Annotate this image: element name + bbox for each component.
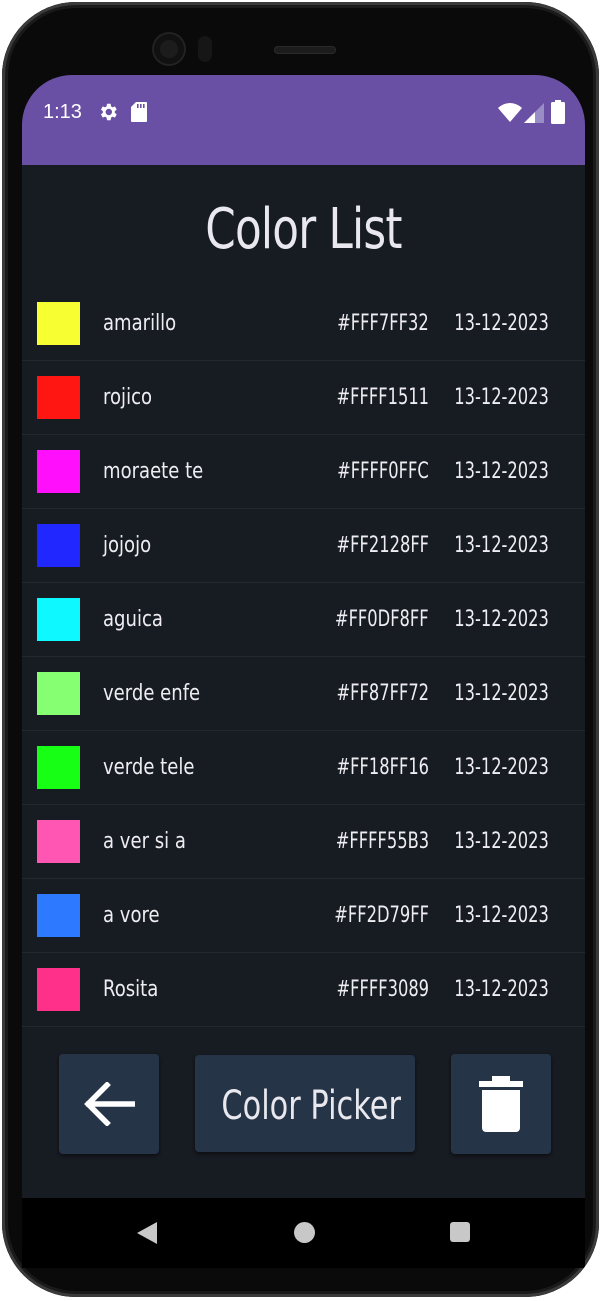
list-item[interactable]: moraete te #FFFF0FFC 13-12-2023 xyxy=(22,435,585,509)
nav-recents-icon[interactable] xyxy=(450,1222,470,1242)
color-date: 13-12-2023 xyxy=(454,311,549,336)
list-item[interactable]: amarillo #FFF7FF32 13-12-2023 xyxy=(22,287,585,361)
battery-icon xyxy=(551,100,565,124)
color-swatch xyxy=(37,450,80,493)
list-item[interactable]: Rosita #FFFF3089 13-12-2023 xyxy=(22,953,585,1027)
color-swatch xyxy=(37,746,80,789)
color-picker-button[interactable]: Color Picker xyxy=(195,1055,415,1152)
list-item[interactable]: a ver si a #FFFF55B3 13-12-2023 xyxy=(22,805,585,879)
list-item[interactable]: aguica #FF0DF8FF 13-12-2023 xyxy=(22,583,585,657)
earpiece-speaker xyxy=(274,46,336,54)
color-date: 13-12-2023 xyxy=(454,681,549,706)
trash-icon xyxy=(479,1076,523,1132)
color-hex: #FF2128FF xyxy=(336,533,429,558)
color-hex: #FF87FF72 xyxy=(336,681,429,706)
color-name: moraete te xyxy=(103,459,204,484)
list-item[interactable]: verde enfe #FF87FF72 13-12-2023 xyxy=(22,657,585,731)
color-name: Rosita xyxy=(103,977,159,1002)
list-item[interactable]: a vore #FF2D79FF 13-12-2023 xyxy=(22,879,585,953)
color-name: verde tele xyxy=(103,755,195,780)
color-date: 13-12-2023 xyxy=(454,533,549,558)
system-nav-bar xyxy=(22,1198,585,1268)
color-swatch xyxy=(37,894,80,937)
color-list: amarillo #FFF7FF32 13-12-2023 rojico #FF… xyxy=(22,287,585,1027)
nav-home-icon[interactable] xyxy=(294,1222,315,1243)
page-title: Color List xyxy=(205,197,402,262)
color-swatch xyxy=(37,598,80,641)
color-name: amarillo xyxy=(103,311,177,336)
proximity-sensor xyxy=(198,36,212,62)
status-time: 1:13 xyxy=(43,101,82,123)
color-hex: #FFFF1511 xyxy=(336,385,429,410)
color-hex: #FFFF55B3 xyxy=(335,829,429,854)
color-swatch xyxy=(37,672,80,715)
color-name: rojico xyxy=(103,385,153,410)
color-hex: #FF2D79FF xyxy=(334,903,429,928)
app-screen: 1:13 Color List amarillo #FFF7FF32 13-12… xyxy=(22,75,585,1198)
color-date: 13-12-2023 xyxy=(454,829,549,854)
color-picker-label: Color Picker xyxy=(221,1083,401,1129)
gear-icon xyxy=(100,103,117,121)
delete-button[interactable] xyxy=(451,1054,551,1154)
color-date: 13-12-2023 xyxy=(454,977,549,1002)
color-swatch xyxy=(37,820,80,863)
sd-card-icon xyxy=(131,102,147,122)
list-item[interactable]: verde tele #FF18FF16 13-12-2023 xyxy=(22,731,585,805)
list-item[interactable]: rojico #FFFF1511 13-12-2023 xyxy=(22,361,585,435)
color-name: verde enfe xyxy=(103,681,201,706)
color-hex: #FFF7FF32 xyxy=(337,311,429,336)
color-swatch xyxy=(37,376,80,419)
wifi-icon xyxy=(498,103,522,122)
front-camera xyxy=(154,34,184,64)
color-hex: #FFFF0FFC xyxy=(337,459,429,484)
cell-signal-icon xyxy=(524,103,544,123)
color-name: a vore xyxy=(103,903,160,928)
color-swatch xyxy=(37,524,80,567)
color-name: a ver si a xyxy=(103,829,186,854)
color-hex: #FF18FF16 xyxy=(336,755,429,780)
color-date: 13-12-2023 xyxy=(454,903,549,928)
color-date: 13-12-2023 xyxy=(454,755,549,780)
arrow-left-icon xyxy=(84,1082,135,1126)
phone-frame: 1:13 Color List amarillo #FFF7FF32 13-12… xyxy=(2,2,599,1297)
list-item[interactable]: jojojo #FF2128FF 13-12-2023 xyxy=(22,509,585,583)
back-button[interactable] xyxy=(59,1054,159,1154)
color-swatch xyxy=(37,302,80,345)
color-name: jojojo xyxy=(103,533,152,558)
color-name: aguica xyxy=(103,607,163,632)
color-date: 13-12-2023 xyxy=(454,385,549,410)
color-date: 13-12-2023 xyxy=(454,607,549,632)
color-hex: #FF0DF8FF xyxy=(335,607,429,632)
nav-back-icon[interactable] xyxy=(136,1221,158,1245)
color-swatch xyxy=(37,968,80,1011)
color-hex: #FFFF3089 xyxy=(336,977,429,1002)
status-bar: 1:13 xyxy=(22,75,585,165)
color-date: 13-12-2023 xyxy=(454,459,549,484)
